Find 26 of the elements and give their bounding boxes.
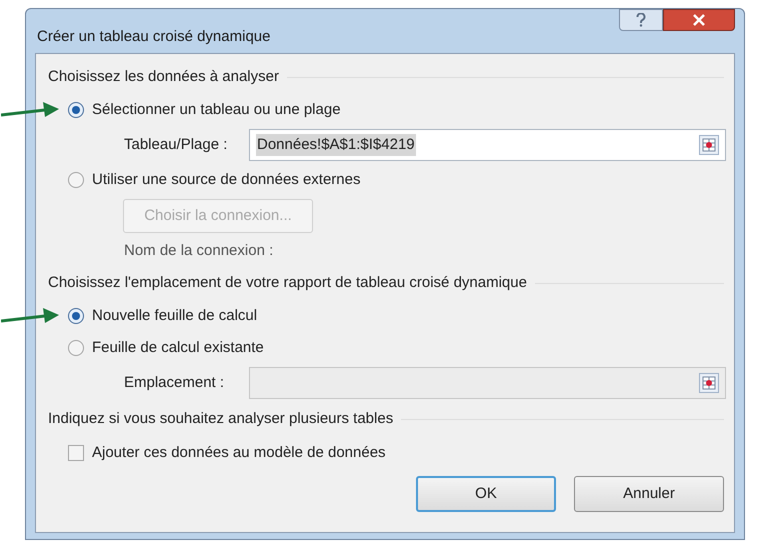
radio-button[interactable]	[68, 308, 84, 324]
section-heading: Choisissez les données à analyser	[48, 66, 279, 87]
checkbox-label[interactable]: Ajouter ces données au modèle de données	[92, 442, 386, 464]
radio-button[interactable]	[68, 340, 84, 356]
section-heading: Indiquez si vous souhaitez analyser plusieurs tables	[48, 408, 394, 429]
connection-name-label: Nom de la connexion :	[124, 240, 274, 261]
radio-button[interactable]	[68, 172, 84, 188]
radio-button[interactable]	[68, 102, 84, 118]
help-button[interactable]	[619, 9, 663, 31]
field-label: Tableau/Plage :	[124, 134, 228, 155]
cancel-button[interactable]: Annuler	[574, 476, 724, 512]
close-icon	[693, 14, 705, 26]
section-heading: Choisissez l'emplacement de votre rapport de tableau croisé dynamique	[48, 272, 527, 293]
help-icon	[636, 13, 646, 27]
radio-label[interactable]: Feuille de calcul existante	[92, 336, 264, 360]
input-field[interactable]: Données!$A$1:$I$4219	[249, 129, 726, 161]
radio-label[interactable]: Sélectionner un tableau ou une plage	[92, 98, 341, 122]
close-button[interactable]	[663, 9, 735, 31]
field-label: Emplacement :	[124, 372, 226, 393]
ok-button[interactable]: OK	[416, 476, 556, 512]
radio-label[interactable]: Utiliser une source de données externes	[92, 168, 360, 192]
range-picker-icon[interactable]	[699, 135, 719, 155]
checkbox[interactable]	[68, 445, 84, 461]
window-title: Créer un tableau croisé dynamique	[37, 27, 270, 47]
radio-label[interactable]: Nouvelle feuille de calcul	[92, 304, 258, 328]
field-value: Données!$A$1:$I$4219	[256, 134, 416, 156]
